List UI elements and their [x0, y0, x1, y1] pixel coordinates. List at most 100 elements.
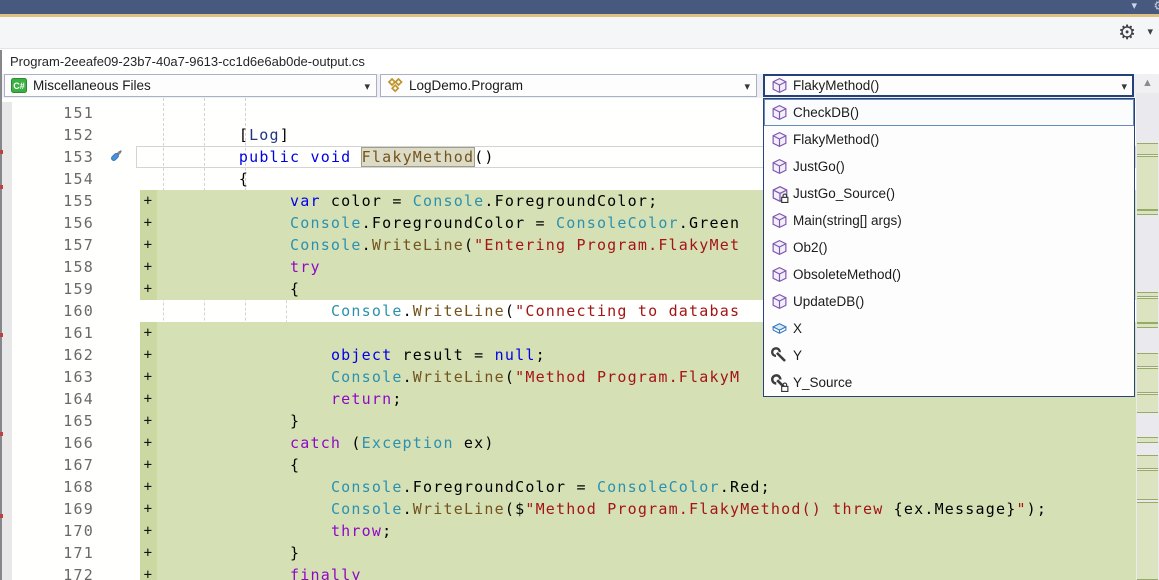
code-token: } — [157, 412, 300, 430]
settings-dropdown-arrow-icon[interactable]: ▾ — [1147, 25, 1153, 38]
diff-added-marker: + — [140, 234, 157, 256]
code-token — [157, 148, 239, 166]
glyph-margin — [100, 498, 140, 520]
code-token: ); — [1027, 500, 1047, 518]
dropdown-item[interactable]: Main(string[] args) — [764, 207, 1134, 234]
type-dropdown[interactable]: LogDemo.Program ▾ — [380, 74, 757, 97]
dropdown-item[interactable]: CheckDB() — [764, 99, 1134, 126]
scrollbar-change-mark — [1137, 210, 1158, 215]
chevron-down-icon[interactable]: ▾ — [1121, 80, 1127, 93]
diff-added-marker: + — [140, 454, 157, 476]
diff-added-marker: + — [140, 366, 157, 388]
code-line[interactable]: 166+ catch (Exception ex) — [0, 432, 1136, 454]
code-text[interactable]: finally — [157, 564, 1136, 580]
diff-added-marker: + — [140, 190, 157, 212]
glyph-margin — [100, 278, 140, 300]
code-token — [157, 390, 331, 408]
code-line[interactable]: 169+ Console.WriteLine($"Method Program.… — [0, 498, 1136, 520]
code-text[interactable]: } — [157, 410, 1136, 432]
property-icon — [770, 347, 789, 365]
code-line[interactable]: 165+ } — [0, 410, 1136, 432]
scrollbar-change-mark — [1137, 368, 1158, 393]
code-token — [157, 434, 290, 452]
chevron-down-icon[interactable]: ▾ — [364, 80, 370, 93]
diff-added-marker: + — [140, 564, 157, 580]
code-token: "Connecting to databas — [515, 302, 740, 320]
document-header: Program-2eeafe09-23b7-40a7-9613-cc1d6e6a… — [0, 49, 1159, 74]
code-token: Console — [290, 214, 362, 232]
line-number: 151 — [12, 102, 100, 124]
margin-error-mark — [0, 333, 3, 337]
code-token — [351, 148, 361, 166]
settings-gear-icon[interactable]: ⚙ — [1118, 20, 1136, 45]
chevron-down-icon[interactable]: ▾ — [744, 80, 750, 93]
glyph-margin — [100, 168, 140, 190]
code-token: .ForegroundColor; — [484, 192, 658, 210]
code-token: Console — [331, 478, 403, 496]
dropdown-item[interactable]: FlakyMethod() — [764, 126, 1134, 153]
quick-actions-screwdriver-icon[interactable] — [106, 148, 124, 166]
csharp-project-icon: C# — [10, 77, 28, 94]
code-token: public — [239, 148, 300, 166]
dropdown-item[interactable]: Ob2() — [764, 234, 1134, 261]
dropdown-item[interactable]: Y_Source — [764, 369, 1134, 396]
field-icon — [770, 320, 789, 338]
code-token: result = — [392, 346, 494, 364]
code-text[interactable]: } — [157, 542, 1136, 564]
dropdown-item[interactable]: JustGo_Source() — [764, 180, 1134, 207]
code-line[interactable]: 167+ { — [0, 454, 1136, 476]
code-token: WriteLine — [413, 368, 505, 386]
scrollbar-change-mark — [1137, 143, 1158, 155]
member-dropdown[interactable]: FlakyMethod() ▾ — [763, 74, 1134, 97]
chevron-down-icon[interactable]: ▾ — [1131, 0, 1137, 12]
scrollbar-change-mark — [1137, 323, 1158, 328]
code-token: return — [331, 390, 392, 408]
diff-added-marker: + — [140, 432, 157, 454]
code-token: .Green — [679, 214, 740, 232]
code-token: catch — [290, 434, 341, 452]
dropdown-item[interactable]: X — [764, 315, 1134, 342]
property-lock-icon — [770, 374, 789, 392]
scroll-up-arrow-icon[interactable]: ▲ — [1136, 74, 1159, 93]
dropdown-item[interactable]: UpdateDB() — [764, 288, 1134, 315]
line-number: 159 — [12, 278, 100, 300]
code-token — [157, 346, 331, 364]
code-token: { — [157, 170, 249, 188]
code-token: Console — [290, 236, 362, 254]
code-line[interactable]: 171+ } — [0, 542, 1136, 564]
code-line[interactable]: 172+ finally — [0, 564, 1136, 580]
vs-editor-window: ▾ ⚙ ⚙ ▾ Program-2eeafe09-23b7-40a7-9613-… — [0, 0, 1159, 580]
code-line[interactable]: 170+ throw; — [0, 520, 1136, 542]
code-token: Exception — [362, 434, 454, 452]
dropdown-item[interactable]: Y — [764, 342, 1134, 369]
line-number: 165 — [12, 410, 100, 432]
diff-added-marker: + — [140, 388, 157, 410]
method-lock-icon — [770, 185, 789, 203]
code-token — [157, 258, 290, 276]
glyph-margin — [100, 234, 140, 256]
code-text[interactable]: catch (Exception ex) — [157, 432, 1136, 454]
code-text[interactable]: Console.ForegroundColor = ConsoleColor.R… — [157, 476, 1136, 498]
code-text[interactable]: { — [157, 454, 1136, 476]
diff-margin — [140, 168, 157, 190]
project-dropdown[interactable]: C# Miscellaneous Files ▾ — [4, 74, 377, 97]
code-text[interactable]: Console.WriteLine($"Method Program.Flaky… — [157, 498, 1136, 520]
code-token: finally — [290, 566, 362, 580]
margin-error-mark — [0, 432, 3, 436]
dropdown-item[interactable]: ObsoleteMethod() — [764, 261, 1134, 288]
code-line[interactable]: 168+ Console.ForegroundColor = ConsoleCo… — [0, 476, 1136, 498]
dropdown-item[interactable]: JustGo() — [764, 153, 1134, 180]
glyph-margin — [100, 432, 140, 454]
code-token: . — [403, 368, 413, 386]
method-icon — [770, 293, 789, 311]
code-text[interactable]: throw; — [157, 520, 1136, 542]
gear-icon[interactable]: ⚙ — [1153, 0, 1159, 14]
scrollbar-change-mark — [1137, 353, 1158, 367]
class-icon — [386, 77, 404, 94]
code-token: ; — [536, 346, 546, 364]
vertical-scrollbar[interactable]: ▲ — [1136, 74, 1159, 580]
glyph-margin — [100, 476, 140, 498]
code-token: null — [495, 346, 536, 364]
line-number: 160 — [12, 300, 100, 322]
code-token: .ForegroundColor = — [403, 478, 597, 496]
